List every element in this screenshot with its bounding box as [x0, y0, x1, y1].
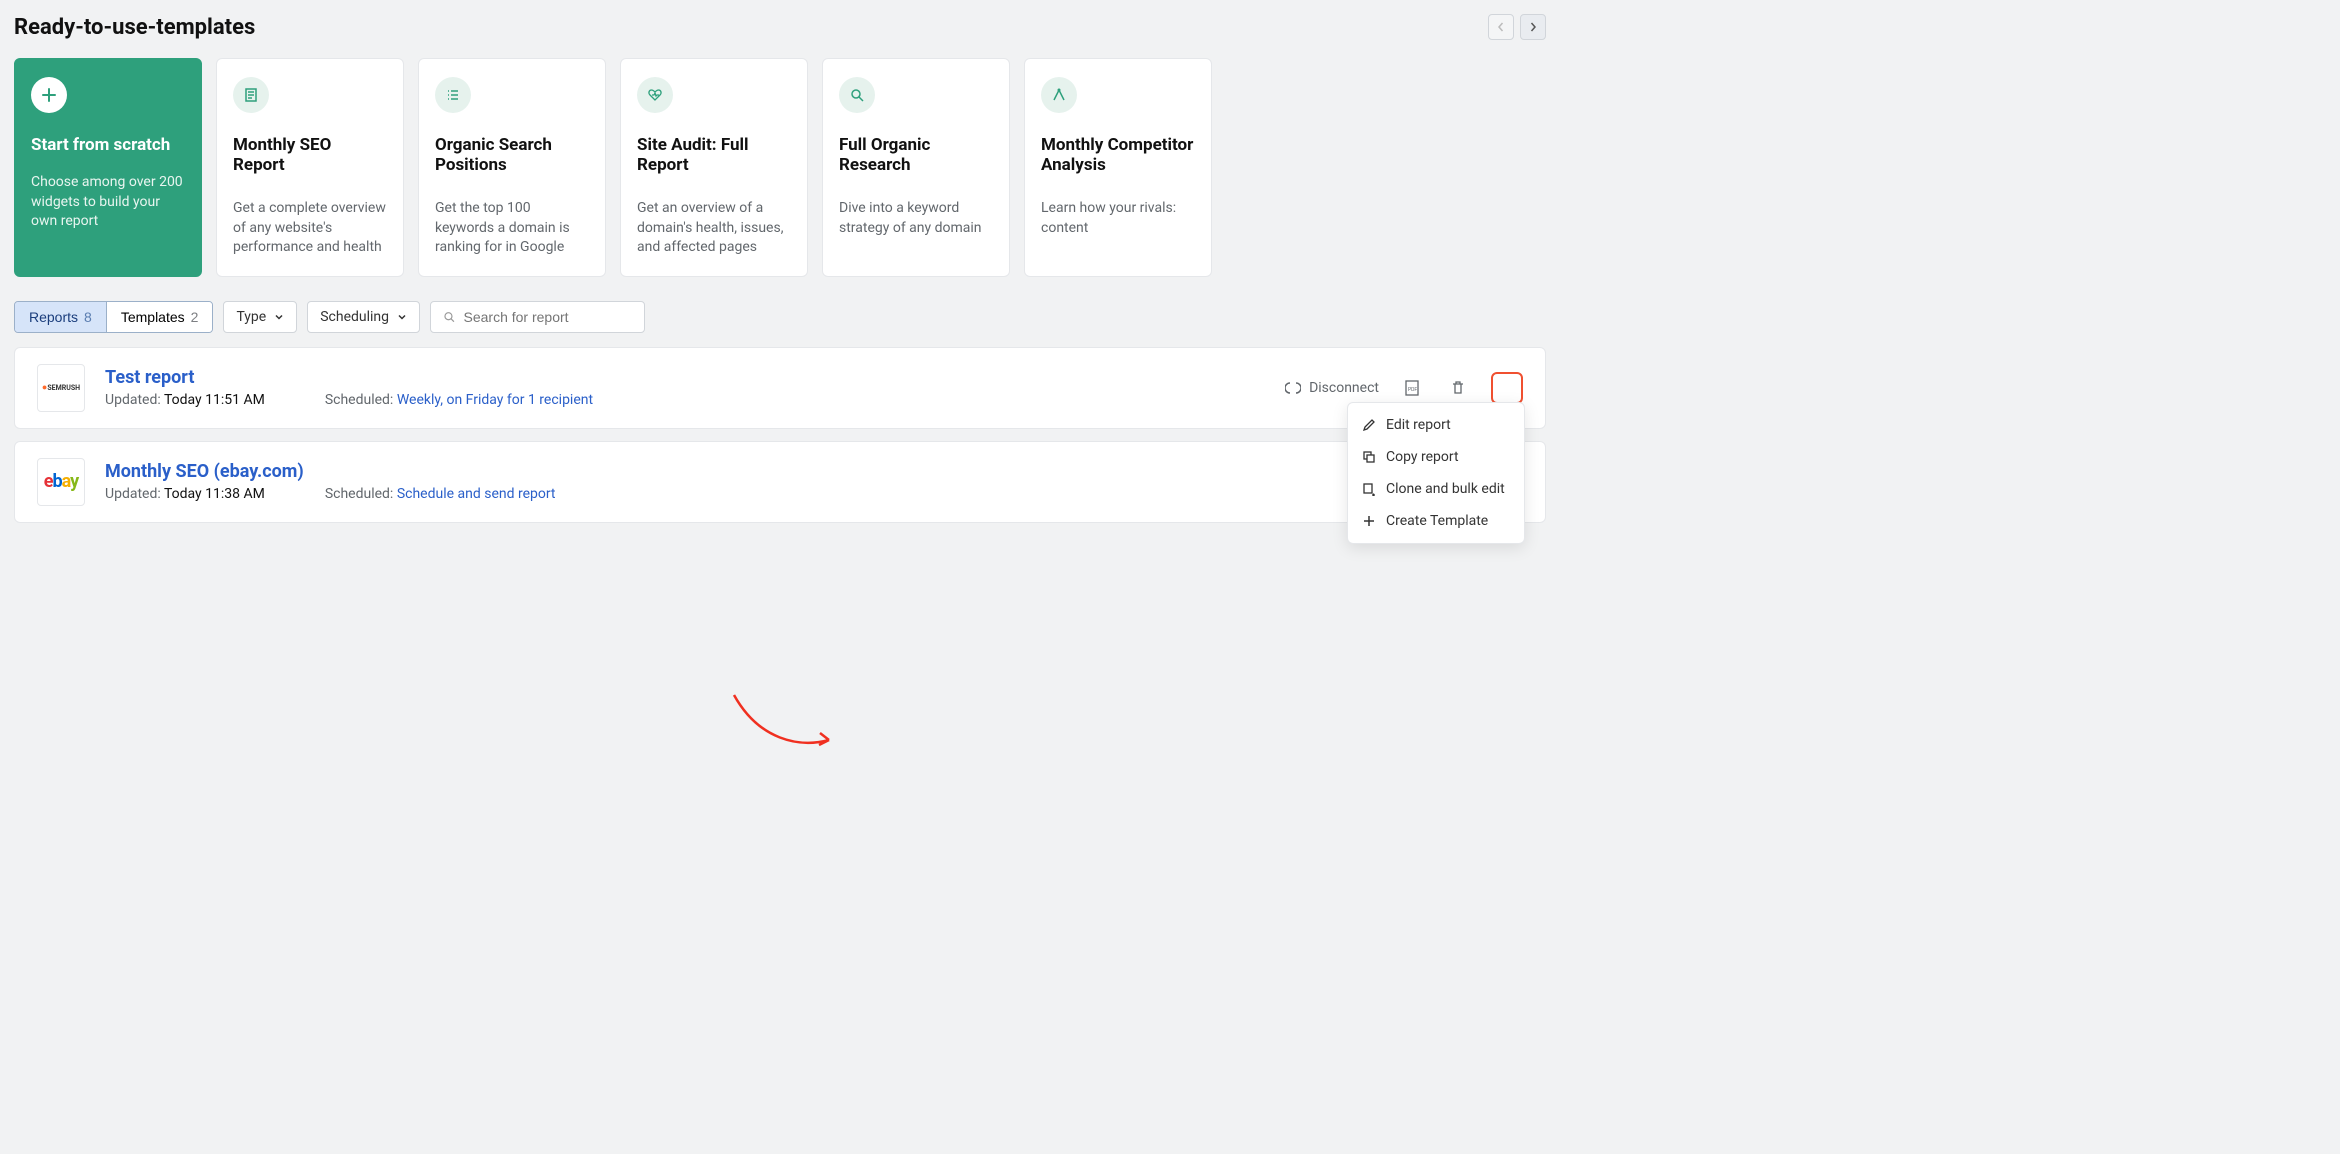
svg-text:PDF: PDF [1408, 387, 1417, 393]
pdf-icon: PDF [1403, 379, 1421, 397]
schedule-link[interactable]: Schedule and send report [397, 486, 556, 502]
list-icon [435, 77, 471, 113]
disconnect-button[interactable]: Disconnect [1285, 380, 1379, 396]
menu-copy-report[interactable]: Copy report [1348, 441, 1524, 473]
menu-edit-report[interactable]: Edit report [1348, 409, 1524, 441]
heart-icon [637, 77, 673, 113]
menu-create-template[interactable]: Create Template [1348, 505, 1524, 537]
report-row: ebay Monthly SEO (ebay.com) Updated: Tod… [14, 441, 1546, 523]
carousel-prev-button [1488, 14, 1514, 40]
chevron-down-icon [397, 312, 407, 322]
chevron-down-icon [274, 312, 284, 322]
tab-reports[interactable]: Reports 8 [15, 302, 107, 332]
plus-icon [31, 77, 67, 113]
carousel-next-button[interactable] [1520, 14, 1546, 40]
settings-button[interactable] [1491, 372, 1523, 404]
template-title: Start from scratch [31, 135, 185, 155]
template-title: Monthly SEO Report [233, 135, 387, 175]
report-title-link[interactable]: Monthly SEO (ebay.com) [105, 461, 1409, 482]
tab-templates[interactable]: Templates 2 [107, 302, 213, 332]
filter-scheduling[interactable]: Scheduling [307, 301, 420, 333]
research-icon [1041, 77, 1077, 113]
template-desc: Get the top 100 keywords a domain is ran… [435, 199, 589, 258]
template-card-competitor[interactable]: Monthly Competitor Analysis Learn how yo… [1024, 58, 1212, 277]
template-card-organic-research[interactable]: Full Organic Research Dive into a keywor… [822, 58, 1010, 277]
report-logo-ebay: ebay [37, 458, 85, 506]
document-icon [233, 77, 269, 113]
pencil-icon [1362, 418, 1376, 432]
filter-type[interactable]: Type [223, 301, 297, 333]
template-title: Monthly Competitor Analysis [1041, 135, 1195, 175]
search-icon [839, 77, 875, 113]
template-title: Organic Search Positions [435, 135, 589, 175]
template-desc: Get an overview of a domain's health, is… [637, 199, 791, 258]
template-desc: Get a complete overview of any website's… [233, 199, 387, 258]
template-card-scratch[interactable]: Start from scratch Choose among over 200… [14, 58, 202, 277]
report-title-link[interactable]: Test report [105, 367, 1265, 388]
settings-menu: Edit report Copy report Clone and bulk e… [1347, 402, 1525, 544]
search-input-wrap[interactable] [430, 301, 645, 333]
copy-icon [1362, 450, 1376, 464]
section-title: Ready-to-use-templates [14, 15, 255, 40]
templates-carousel: Start from scratch Choose among over 200… [14, 58, 1546, 277]
annotation-arrow [729, 690, 839, 755]
search-icon [443, 310, 455, 324]
template-desc: Learn how your rivals: content [1041, 199, 1195, 238]
template-desc: Dive into a keyword strategy of any doma… [839, 199, 993, 238]
menu-clone-bulk[interactable]: Clone and bulk edit [1348, 473, 1524, 505]
template-desc: Choose among over 200 widgets to build y… [31, 173, 185, 232]
report-row: ● SEMRUSH Test report Updated: Today 11:… [14, 347, 1546, 429]
schedule-link[interactable]: Weekly, on Friday for 1 recipient [397, 392, 593, 408]
clone-icon [1362, 482, 1376, 496]
pdf-button[interactable]: PDF [1399, 375, 1425, 401]
report-logo-semrush: ● SEMRUSH [37, 364, 85, 412]
template-card-site-audit[interactable]: Site Audit: Full Report Get an overview … [620, 58, 808, 277]
trash-icon [1450, 380, 1466, 396]
disconnect-icon [1285, 380, 1301, 396]
plus-icon [1362, 514, 1376, 528]
search-input[interactable] [464, 309, 633, 325]
template-title: Full Organic Research [839, 135, 993, 175]
template-card-monthly-seo[interactable]: Monthly SEO Report Get a complete overvi… [216, 58, 404, 277]
delete-button[interactable] [1445, 375, 1471, 401]
template-title: Site Audit: Full Report [637, 135, 791, 175]
template-card-organic-search[interactable]: Organic Search Positions Get the top 100… [418, 58, 606, 277]
